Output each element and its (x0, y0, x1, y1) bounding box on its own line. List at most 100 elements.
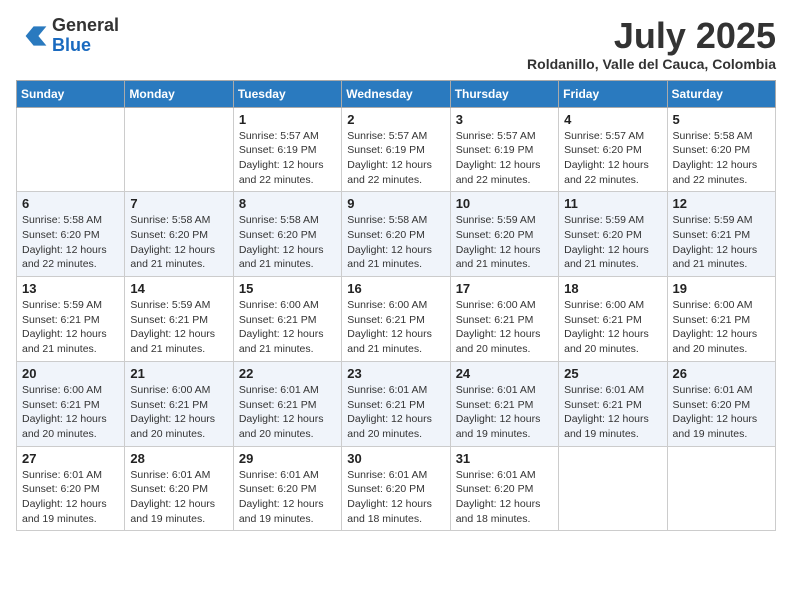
day-info: Sunrise: 5:58 AM Sunset: 6:20 PM Dayligh… (347, 213, 444, 272)
logo-blue: Blue (52, 36, 119, 56)
day-info: Sunrise: 6:00 AM Sunset: 6:21 PM Dayligh… (347, 298, 444, 357)
calendar-cell (667, 446, 775, 531)
day-info: Sunrise: 6:00 AM Sunset: 6:21 PM Dayligh… (22, 383, 119, 442)
day-info: Sunrise: 5:59 AM Sunset: 6:20 PM Dayligh… (564, 213, 661, 272)
calendar-cell: 23 Sunrise: 6:01 AM Sunset: 6:21 PM Dayli… (342, 361, 450, 446)
calendar-cell: 1 Sunrise: 5:57 AM Sunset: 6:19 PM Daylig… (233, 107, 341, 192)
day-number: 14 (130, 281, 227, 296)
calendar-week-row: 6 Sunrise: 5:58 AM Sunset: 6:20 PM Daylig… (17, 192, 776, 277)
calendar-week-row: 13 Sunrise: 5:59 AM Sunset: 6:21 PM Dayli… (17, 277, 776, 362)
day-number: 29 (239, 451, 336, 466)
calendar-cell: 4Sunrise: 5:57 AM Sunset: 6:20 PM Daylig… (559, 107, 667, 192)
calendar-cell: 6 Sunrise: 5:58 AM Sunset: 6:20 PM Daylig… (17, 192, 125, 277)
day-info: Sunrise: 6:01 AM Sunset: 6:20 PM Dayligh… (456, 468, 553, 527)
day-number: 1 (239, 112, 336, 127)
calendar-week-row: 20 Sunrise: 6:00 AM Sunset: 6:21 PM Dayli… (17, 361, 776, 446)
weekday-header-monday: Monday (125, 80, 233, 107)
day-info: Sunrise: 6:01 AM Sunset: 6:20 PM Dayligh… (130, 468, 227, 527)
day-info: Sunrise: 6:01 AM Sunset: 6:21 PM Dayligh… (239, 383, 336, 442)
location-subtitle: Roldanillo, Valle del Cauca, Colombia (527, 56, 776, 72)
weekday-header-thursday: Thursday (450, 80, 558, 107)
weekday-header-sunday: Sunday (17, 80, 125, 107)
calendar-cell: 24Sunrise: 6:01 AM Sunset: 6:21 PM Dayli… (450, 361, 558, 446)
calendar-cell (125, 107, 233, 192)
day-number: 6 (22, 196, 119, 211)
calendar-cell: 22 Sunrise: 6:01 AM Sunset: 6:21 PM Dayli… (233, 361, 341, 446)
day-number: 21 (130, 366, 227, 381)
day-number: 22 (239, 366, 336, 381)
calendar-cell: 17 Sunrise: 6:00 AM Sunset: 6:21 PM Dayli… (450, 277, 558, 362)
day-number: 13 (22, 281, 119, 296)
day-info: Sunrise: 5:58 AM Sunset: 6:20 PM Dayligh… (130, 213, 227, 272)
day-info: Sunrise: 6:00 AM Sunset: 6:21 PM Dayligh… (564, 298, 661, 357)
weekday-header-tuesday: Tuesday (233, 80, 341, 107)
logo-general: General (52, 16, 119, 36)
calendar-cell (559, 446, 667, 531)
day-info: Sunrise: 6:00 AM Sunset: 6:21 PM Dayligh… (673, 298, 770, 357)
calendar-cell: 16 Sunrise: 6:00 AM Sunset: 6:21 PM Dayli… (342, 277, 450, 362)
calendar-cell: 8 Sunrise: 5:58 AM Sunset: 6:20 PM Daylig… (233, 192, 341, 277)
calendar-cell: 9 Sunrise: 5:58 AM Sunset: 6:20 PM Daylig… (342, 192, 450, 277)
day-number: 25 (564, 366, 661, 381)
calendar-cell: 10Sunrise: 5:59 AM Sunset: 6:20 PM Dayli… (450, 192, 558, 277)
calendar-cell: 11 Sunrise: 5:59 AM Sunset: 6:20 PM Dayli… (559, 192, 667, 277)
day-number: 27 (22, 451, 119, 466)
page-header: General Blue July 2025 Roldanillo, Valle… (16, 16, 776, 72)
day-number: 20 (22, 366, 119, 381)
calendar-cell: 2Sunrise: 5:57 AM Sunset: 6:19 PM Daylig… (342, 107, 450, 192)
calendar-cell: 20 Sunrise: 6:00 AM Sunset: 6:21 PM Dayli… (17, 361, 125, 446)
calendar-cell: 19 Sunrise: 6:00 AM Sunset: 6:21 PM Dayli… (667, 277, 775, 362)
logo-text: General Blue (52, 16, 119, 56)
calendar-cell: 15Sunrise: 6:00 AM Sunset: 6:21 PM Dayli… (233, 277, 341, 362)
calendar-cell: 21 Sunrise: 6:00 AM Sunset: 6:21 PM Dayli… (125, 361, 233, 446)
weekday-header-row: SundayMondayTuesdayWednesdayThursdayFrid… (17, 80, 776, 107)
calendar-cell: 7 Sunrise: 5:58 AM Sunset: 6:20 PM Daylig… (125, 192, 233, 277)
day-info: Sunrise: 6:01 AM Sunset: 6:20 PM Dayligh… (673, 383, 770, 442)
day-number: 23 (347, 366, 444, 381)
calendar-cell: 3 Sunrise: 5:57 AM Sunset: 6:19 PM Daylig… (450, 107, 558, 192)
day-info: Sunrise: 5:58 AM Sunset: 6:20 PM Dayligh… (673, 129, 770, 188)
day-number: 5 (673, 112, 770, 127)
day-info: Sunrise: 6:01 AM Sunset: 6:21 PM Dayligh… (564, 383, 661, 442)
calendar-cell: 28 Sunrise: 6:01 AM Sunset: 6:20 PM Dayli… (125, 446, 233, 531)
calendar-cell: 31Sunrise: 6:01 AM Sunset: 6:20 PM Dayli… (450, 446, 558, 531)
day-info: Sunrise: 5:59 AM Sunset: 6:21 PM Dayligh… (130, 298, 227, 357)
day-info: Sunrise: 5:57 AM Sunset: 6:19 PM Dayligh… (456, 129, 553, 188)
day-number: 30 (347, 451, 444, 466)
day-number: 28 (130, 451, 227, 466)
day-number: 16 (347, 281, 444, 296)
day-number: 19 (673, 281, 770, 296)
day-number: 9 (347, 196, 444, 211)
day-info: Sunrise: 5:59 AM Sunset: 6:20 PM Dayligh… (456, 213, 553, 272)
day-number: 17 (456, 281, 553, 296)
day-info: Sunrise: 6:00 AM Sunset: 6:21 PM Dayligh… (239, 298, 336, 357)
day-number: 8 (239, 196, 336, 211)
weekday-header-saturday: Saturday (667, 80, 775, 107)
day-info: Sunrise: 5:57 AM Sunset: 6:19 PM Dayligh… (239, 129, 336, 188)
day-info: Sunrise: 6:00 AM Sunset: 6:21 PM Dayligh… (456, 298, 553, 357)
calendar-week-row: 1 Sunrise: 5:57 AM Sunset: 6:19 PM Daylig… (17, 107, 776, 192)
weekday-header-wednesday: Wednesday (342, 80, 450, 107)
day-info: Sunrise: 6:01 AM Sunset: 6:21 PM Dayligh… (347, 383, 444, 442)
logo-icon (16, 20, 48, 52)
day-info: Sunrise: 6:00 AM Sunset: 6:21 PM Dayligh… (130, 383, 227, 442)
calendar-cell: 26Sunrise: 6:01 AM Sunset: 6:20 PM Dayli… (667, 361, 775, 446)
day-number: 18 (564, 281, 661, 296)
day-info: Sunrise: 5:58 AM Sunset: 6:20 PM Dayligh… (22, 213, 119, 272)
day-number: 7 (130, 196, 227, 211)
calendar-cell: 12Sunrise: 5:59 AM Sunset: 6:21 PM Dayli… (667, 192, 775, 277)
title-block: July 2025 Roldanillo, Valle del Cauca, C… (527, 16, 776, 72)
calendar-cell: 27Sunrise: 6:01 AM Sunset: 6:20 PM Dayli… (17, 446, 125, 531)
calendar-cell: 18 Sunrise: 6:00 AM Sunset: 6:21 PM Dayli… (559, 277, 667, 362)
day-number: 11 (564, 196, 661, 211)
day-info: Sunrise: 5:57 AM Sunset: 6:20 PM Dayligh… (564, 129, 661, 188)
calendar-cell: 14 Sunrise: 5:59 AM Sunset: 6:21 PM Dayli… (125, 277, 233, 362)
day-info: Sunrise: 5:58 AM Sunset: 6:20 PM Dayligh… (239, 213, 336, 272)
calendar-cell: 5 Sunrise: 5:58 AM Sunset: 6:20 PM Daylig… (667, 107, 775, 192)
calendar-cell (17, 107, 125, 192)
day-number: 3 (456, 112, 553, 127)
weekday-header-friday: Friday (559, 80, 667, 107)
day-number: 12 (673, 196, 770, 211)
month-title: July 2025 (527, 16, 776, 56)
calendar-cell: 29Sunrise: 6:01 AM Sunset: 6:20 PM Dayli… (233, 446, 341, 531)
